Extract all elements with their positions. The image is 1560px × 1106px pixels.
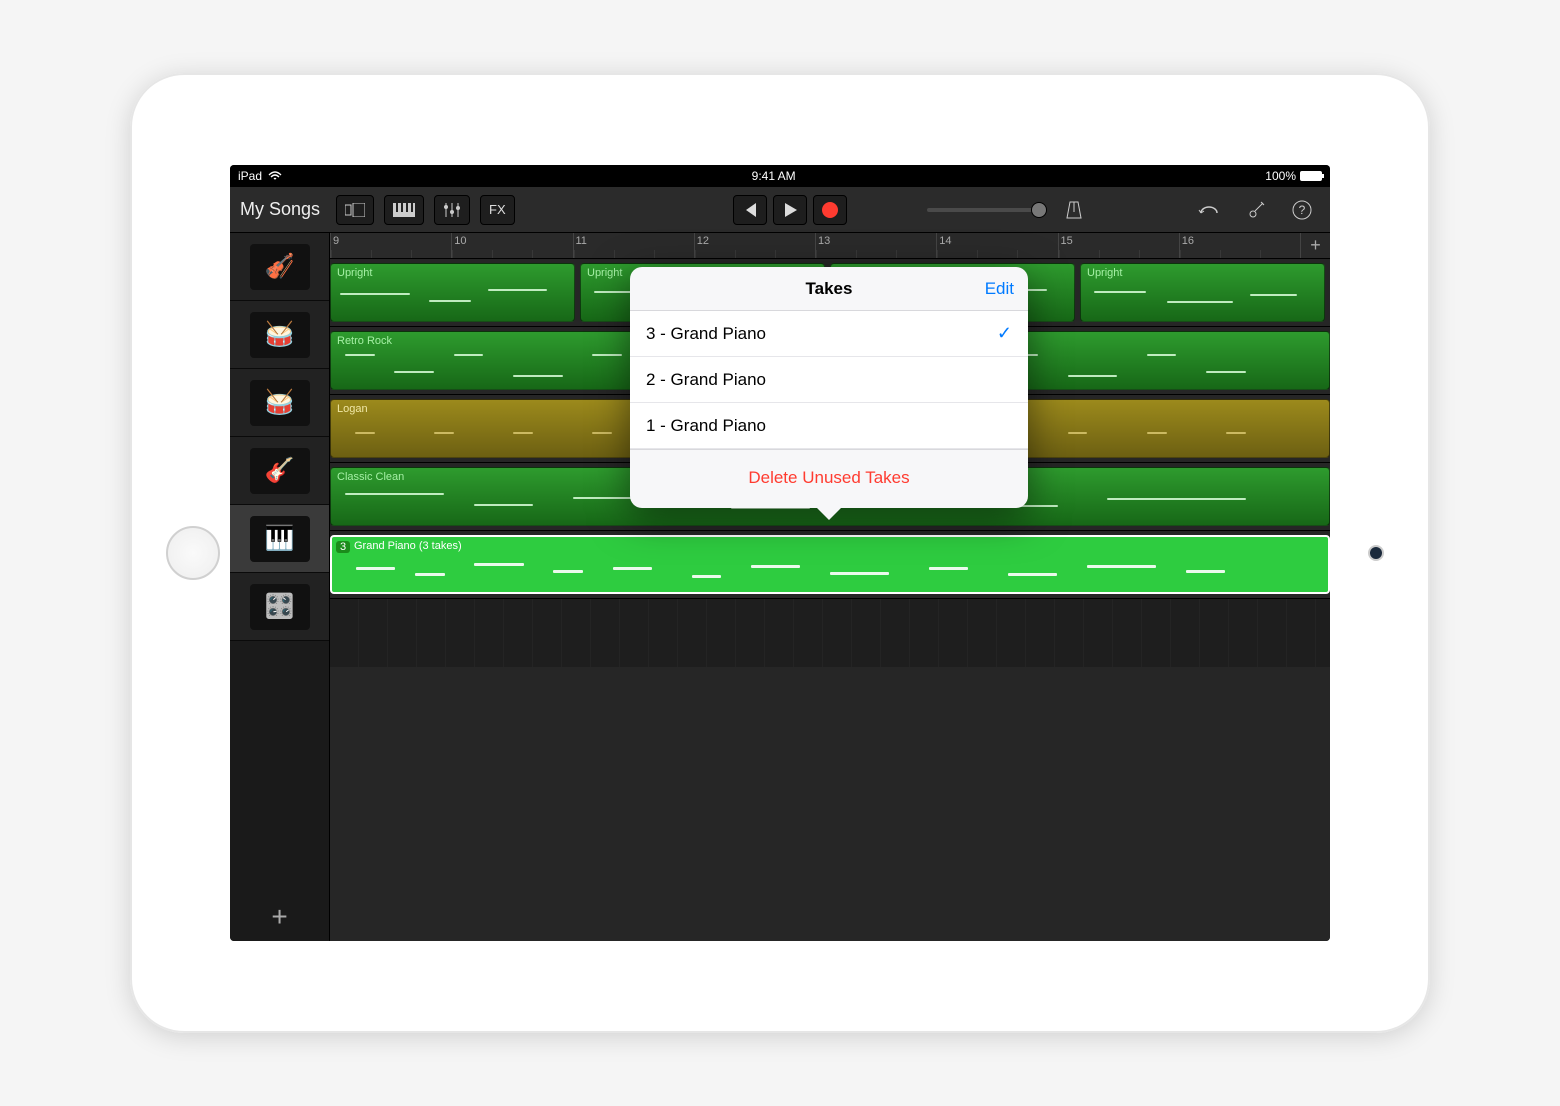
take-item[interactable]: 2 - Grand Piano xyxy=(630,357,1028,403)
track-header-upright[interactable]: 🎻 xyxy=(230,233,329,301)
ipad-frame: iPad 9:41 AM 100% My Songs FX xyxy=(130,73,1430,1033)
back-to-songs-button[interactable]: My Songs xyxy=(240,199,320,220)
region-label: Retro Rock xyxy=(337,335,392,347)
app-screen: iPad 9:41 AM 100% My Songs FX xyxy=(230,165,1330,941)
bar-number: 12 xyxy=(697,235,709,247)
bar-number: 16 xyxy=(1182,235,1194,247)
instrument-browser-button[interactable] xyxy=(384,195,424,225)
region-label: Upright xyxy=(587,267,622,279)
track-controls-button[interactable] xyxy=(434,195,470,225)
bar-number: 13 xyxy=(818,235,830,247)
empty-grid xyxy=(330,599,1330,667)
drums-icon: 🥁 xyxy=(250,380,310,426)
take-label: 1 - Grand Piano xyxy=(646,416,766,436)
bar-number: 10 xyxy=(454,235,466,247)
settings-button[interactable] xyxy=(1238,195,1274,225)
track-header-sampler[interactable]: 🎛️ xyxy=(230,573,329,641)
region-label: Logan xyxy=(337,403,368,415)
bar-number: 11 xyxy=(576,235,587,247)
track-lane-grand-piano[interactable]: 3 Grand Piano (3 takes) xyxy=(330,531,1330,599)
region-label: Classic Clean xyxy=(337,471,404,483)
take-label: 3 - Grand Piano xyxy=(646,324,766,344)
play-button[interactable] xyxy=(773,195,807,225)
master-volume-slider[interactable] xyxy=(927,208,1047,212)
loop-button[interactable] xyxy=(1190,195,1228,225)
take-label: 2 - Grand Piano xyxy=(646,370,766,390)
svg-text:?: ? xyxy=(1299,203,1306,217)
region-label: Upright xyxy=(1087,267,1122,279)
cello-icon: 🎻 xyxy=(250,244,310,290)
bar-number: 15 xyxy=(1061,235,1073,247)
add-track-button[interactable]: + xyxy=(230,893,329,941)
view-switch-button[interactable] xyxy=(336,195,374,225)
region-grand-piano[interactable]: 3 Grand Piano (3 takes) xyxy=(330,535,1330,594)
home-button[interactable] xyxy=(166,526,220,580)
device-label: iPad xyxy=(238,169,262,183)
status-bar: iPad 9:41 AM 100% xyxy=(230,165,1330,187)
region-label: Grand Piano (3 takes) xyxy=(354,540,462,552)
fx-button[interactable]: FX xyxy=(480,195,515,225)
edit-takes-button[interactable]: Edit xyxy=(985,279,1014,299)
app-toolbar: My Songs FX xyxy=(230,187,1330,233)
battery-percent: 100% xyxy=(1265,169,1296,183)
guitar-icon: 🎸 xyxy=(250,448,310,494)
go-to-start-button[interactable] xyxy=(733,195,767,225)
bar-number: 14 xyxy=(939,235,951,247)
region-label: Upright xyxy=(337,267,372,279)
take-item[interactable]: 3 - Grand Piano ✓ xyxy=(630,311,1028,357)
region-upright[interactable]: Upright xyxy=(330,263,575,322)
help-button[interactable]: ? xyxy=(1284,195,1320,225)
region-upright[interactable]: Upright xyxy=(1080,263,1325,322)
bar-number: 9 xyxy=(333,235,339,247)
take-item[interactable]: 1 - Grand Piano xyxy=(630,403,1028,449)
drums-icon: 🥁 xyxy=(250,312,310,358)
metronome-button[interactable] xyxy=(1057,195,1091,225)
bar-ruler[interactable]: 9 10 11 12 13 14 15 16 + xyxy=(330,233,1330,259)
takes-popover: Takes Edit 3 - Grand Piano ✓ 2 - Grand P… xyxy=(630,267,1028,508)
piano-icon: 🎹 xyxy=(250,516,310,562)
popover-title: Takes xyxy=(630,279,1028,299)
track-header-column: 🎻 🥁 🥁 🎸 🎹 🎛️ + xyxy=(230,233,330,941)
record-button[interactable] xyxy=(813,195,847,225)
track-header-grand-piano[interactable]: 🎹 xyxy=(230,505,329,573)
sampler-icon: 🎛️ xyxy=(250,584,310,630)
add-section-button[interactable]: + xyxy=(1300,233,1330,258)
front-camera xyxy=(1370,547,1382,559)
clock: 9:41 AM xyxy=(282,169,1265,183)
track-header-retro-rock[interactable]: 🥁 xyxy=(230,301,329,369)
delete-unused-takes-button[interactable]: Delete Unused Takes xyxy=(748,468,909,487)
track-header-logan[interactable]: 🥁 xyxy=(230,369,329,437)
track-header-classic-clean[interactable]: 🎸 xyxy=(230,437,329,505)
wifi-icon xyxy=(268,171,282,181)
battery-icon xyxy=(1300,171,1322,181)
checkmark-icon: ✓ xyxy=(997,323,1012,344)
take-count-badge: 3 xyxy=(336,541,350,553)
